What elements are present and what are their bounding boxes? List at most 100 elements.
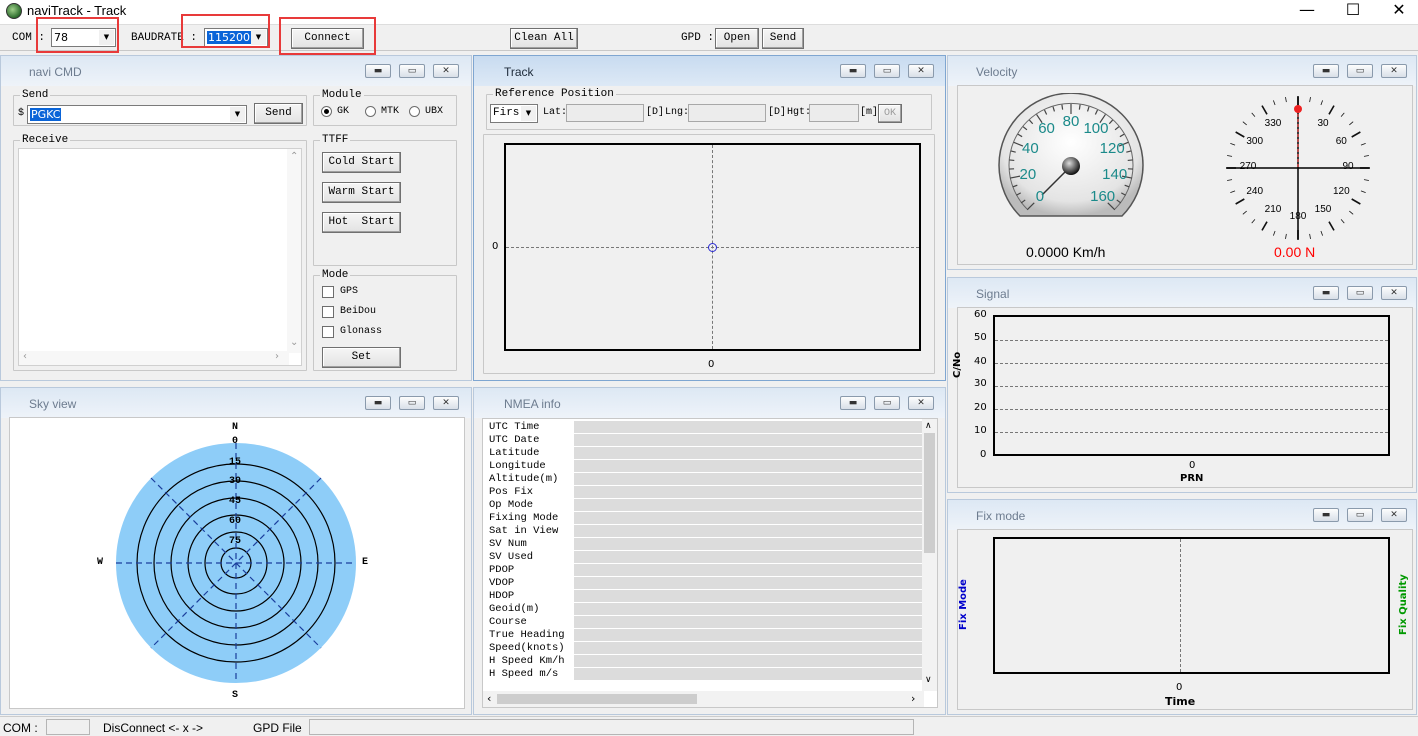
elevation-label: 0 (232, 436, 239, 447)
compass-tick (1230, 190, 1236, 194)
nmea-row-label: SV Used (489, 551, 534, 563)
scrollbar-thumb[interactable] (924, 433, 935, 553)
nmea-row: UTC Time (483, 421, 924, 434)
module-mtk-radio[interactable] (365, 106, 376, 117)
close-icon[interactable]: ✕ (1381, 286, 1407, 300)
close-button[interactable]: ✕ (1376, 0, 1418, 22)
compass-tick (1235, 198, 1245, 205)
maximize-button[interactable]: ☐ (1330, 0, 1376, 22)
gpd-open-button[interactable]: Open (715, 28, 759, 49)
hot-start-button[interactable]: Hot Start (322, 212, 401, 233)
restore-icon[interactable]: ▭ (874, 64, 900, 78)
gpd-label: GPD : (681, 32, 715, 44)
gpd-send-button[interactable]: Send (762, 28, 804, 49)
scroll-up-icon[interactable]: ∧ (925, 421, 932, 431)
speed-tick-label: 100 (1083, 120, 1109, 138)
mode-set-button[interactable]: Set (322, 347, 401, 368)
cold-start-button[interactable]: Cold Start (322, 152, 401, 173)
minimize-icon[interactable]: ▬ (1313, 508, 1339, 522)
warm-start-button[interactable]: Warm Start (322, 182, 401, 203)
compass-tick (1340, 112, 1345, 117)
close-icon[interactable]: ✕ (908, 64, 934, 78)
mode-glonass-checkbox[interactable] (322, 326, 334, 338)
nmea-row-label: H Speed Km/h (489, 655, 565, 667)
minimize-button[interactable]: — (1284, 0, 1330, 22)
compass-tick (1328, 221, 1335, 231)
scroll-down-icon[interactable]: ∨ (925, 675, 932, 685)
mode-beidou-checkbox[interactable] (322, 306, 334, 318)
close-icon[interactable]: ✕ (1381, 64, 1407, 78)
minimize-icon[interactable]: ▬ (365, 64, 391, 78)
minimize-icon[interactable]: ▬ (840, 64, 866, 78)
close-icon[interactable]: ✕ (908, 396, 934, 410)
nmea-row-label: True Heading (489, 629, 565, 641)
module-mtk-label: MTK (381, 106, 400, 117)
lat-input[interactable] (566, 104, 644, 122)
restore-icon[interactable]: ▭ (1347, 64, 1373, 78)
restore-icon[interactable]: ▭ (874, 396, 900, 410)
restore-icon[interactable]: ▭ (1347, 286, 1373, 300)
module-ubx-radio[interactable] (409, 106, 420, 117)
vertical-scrollbar[interactable]: ⌃ ⌄ (287, 149, 301, 353)
restore-icon[interactable]: ▭ (1347, 508, 1373, 522)
hgt-input[interactable] (809, 104, 859, 122)
nmea-row-value (574, 590, 924, 602)
speed-tick-label: 140 (1102, 165, 1128, 183)
ok-button[interactable]: OK (878, 104, 902, 123)
minimize-icon[interactable]: ▬ (1313, 64, 1339, 78)
module-gk-radio[interactable] (321, 106, 332, 117)
scroll-down-icon[interactable]: ⌄ (290, 337, 298, 348)
nmea-row-label: SV Num (489, 538, 527, 550)
close-icon[interactable]: ✕ (1381, 508, 1407, 522)
fix-quality-y-label: Fix Quality (1398, 574, 1409, 635)
compass-tick (1242, 121, 1247, 126)
compass-tick-label: 30 (1317, 117, 1329, 129)
close-icon[interactable]: ✕ (433, 64, 459, 78)
scroll-right-icon[interactable]: › (911, 692, 915, 705)
horizontal-scrollbar[interactable]: ‹ › (483, 691, 924, 707)
track-x-tick: 0 (708, 359, 715, 370)
restore-icon[interactable]: ▭ (399, 64, 425, 78)
highlight-com (36, 17, 119, 53)
send-button[interactable]: Send (254, 103, 303, 124)
send-command-select[interactable]: PGKC ▼ (27, 105, 247, 124)
lat-label: Lat: (543, 107, 568, 118)
mode-gps-checkbox[interactable] (322, 286, 334, 298)
lng-input[interactable] (688, 104, 766, 122)
chevron-down-icon[interactable]: ▼ (521, 106, 536, 121)
scroll-left-icon[interactable]: ‹ (23, 351, 27, 362)
minimize-icon[interactable]: ▬ (365, 396, 391, 410)
grid-line (995, 340, 1388, 341)
chevron-down-icon[interactable]: ▼ (230, 107, 245, 122)
horizontal-scrollbar[interactable]: ‹ › (19, 351, 289, 365)
close-icon[interactable]: ✕ (433, 396, 459, 410)
nmea-row: PDOP (483, 564, 924, 577)
speed-tick-label: 0 (1035, 188, 1045, 206)
nmea-row: UTC Date (483, 434, 924, 447)
scroll-up-icon[interactable]: ⌃ (290, 151, 298, 162)
mode-beidou-label: BeiDou (340, 306, 377, 317)
clean-all-button[interactable]: Clean All (510, 28, 578, 49)
scrollbar-thumb[interactable] (497, 694, 697, 704)
elevation-label: 75 (229, 536, 242, 547)
hgt-label: Hgt: (787, 107, 812, 118)
reference-select-value: Firs (493, 107, 520, 119)
restore-icon[interactable]: ▭ (399, 396, 425, 410)
nmea-row-label: Fixing Mode (489, 512, 559, 524)
receive-textarea[interactable]: ⌃ ⌄ ‹ › (18, 148, 302, 366)
compass-tick (1242, 210, 1247, 215)
scroll-left-icon[interactable]: ‹ (487, 692, 491, 705)
scroll-right-icon[interactable]: › (275, 351, 279, 362)
reference-position-label: Reference Position (493, 88, 616, 100)
speed-tick-label: 40 (1022, 140, 1039, 158)
vertical-scrollbar[interactable]: ∧ ∨ (922, 419, 937, 691)
nmea-row-value (574, 434, 924, 446)
minimize-icon[interactable]: ▬ (1313, 286, 1339, 300)
minimize-icon[interactable]: ▬ (840, 396, 866, 410)
reference-select[interactable]: Firs ▼ (490, 104, 538, 123)
nmea-info-panel: NMEA info ▬ ▭ ✕ UTC Time UTC Date Latitude… (473, 387, 946, 715)
track-y-tick: 0 (492, 241, 499, 252)
compass-tick (1261, 105, 1268, 115)
gauge-tick (1078, 104, 1081, 110)
compass-tick (1285, 97, 1287, 103)
